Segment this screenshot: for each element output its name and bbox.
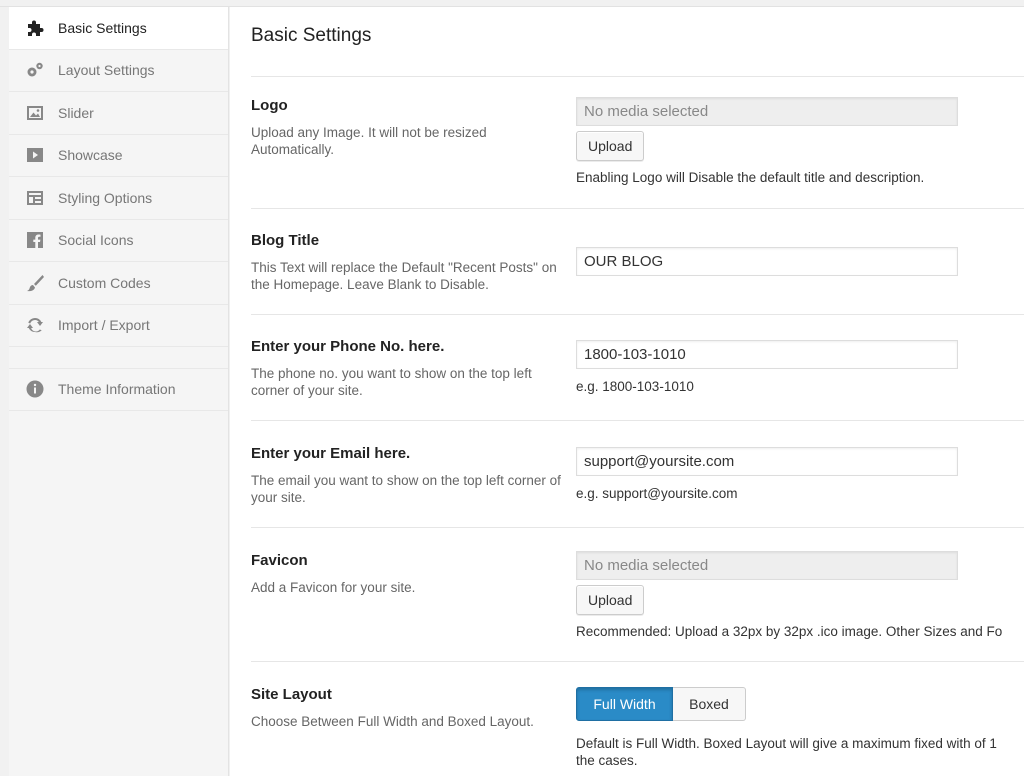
logo-title: Logo (251, 97, 288, 114)
email-description: The email you want to show on the top le… (251, 473, 561, 505)
site-layout-description: Choose Between Full Width and Boxed Layo… (251, 714, 534, 729)
sidebar-item-label: Showcase (58, 147, 123, 164)
logo-setting: Logo Upload any Image. It will not be re… (251, 76, 1024, 208)
puzzle-icon (24, 18, 46, 38)
email-setting: Enter your Email here. The email you wan… (251, 420, 1024, 527)
sidebar-item-import-export[interactable]: Import / Export (9, 305, 228, 347)
sidebar-item-social-icons[interactable]: Social Icons (9, 220, 228, 262)
layout-icon (24, 188, 46, 208)
sidebar-item-label: Social Icons (58, 232, 134, 249)
phone-title: Enter your Phone No. here. (251, 338, 445, 355)
logo-description: Upload any Image. It will not be resized… (251, 125, 487, 157)
favicon-title: Favicon (251, 552, 308, 569)
sidebar-item-label: Styling Options (58, 189, 153, 206)
sidebar-item-label: Slider (58, 104, 94, 121)
sidebar-item-label: Theme Information (58, 381, 176, 398)
blog-title-title: Blog Title (251, 232, 320, 249)
email-input[interactable] (576, 447, 958, 476)
gears-icon (24, 60, 46, 80)
favicon-setting: Favicon Add a Favicon for your site. Upl… (251, 527, 1024, 661)
page-title: Basic Settings (251, 25, 372, 46)
site-layout-setting: Site Layout Choose Between Full Width an… (251, 661, 1024, 776)
blog-title-setting: Blog Title This Text will replace the De… (251, 208, 1024, 314)
sidebar-item-custom-codes[interactable]: Custom Codes (9, 262, 228, 305)
sidebar-item-layout-settings[interactable]: Layout Settings (9, 50, 228, 92)
facebook-icon (24, 230, 46, 250)
logo-hint: Enabling Logo will Disable the default t… (576, 170, 925, 185)
site-layout-title: Site Layout (251, 686, 332, 703)
image-icon (24, 103, 46, 123)
site-layout-hint-line2: the cases. (576, 753, 638, 768)
top-border (0, 0, 1024, 7)
boxed-option[interactable]: Boxed (673, 687, 746, 721)
logo-media-field (576, 97, 958, 126)
refresh-icon (24, 315, 46, 335)
sidebar-item-label: Basic Settings (58, 19, 147, 36)
sidebar-item-theme-information[interactable]: Theme Information (9, 368, 228, 411)
favicon-description: Add a Favicon for your site. (251, 580, 416, 595)
sidebar-item-basic-settings[interactable]: Basic Settings (9, 7, 228, 50)
sidebar-item-showcase[interactable]: Showcase (9, 135, 228, 177)
sidebar-item-label: Import / Export (58, 317, 150, 334)
brush-icon (24, 273, 46, 293)
email-title: Enter your Email here. (251, 445, 411, 462)
sidebar-item-label: Custom Codes (58, 274, 151, 291)
email-hint: e.g. support@yoursite.com (576, 486, 738, 501)
settings-panel: Basic Settings Logo Upload any Image. It… (230, 7, 1024, 776)
settings-sidebar: Basic Settings Layout Settings Slider Sh… (9, 7, 229, 776)
site-layout-hint-line1: Default is Full Width. Boxed Layout will… (576, 736, 997, 751)
sidebar-item-slider[interactable]: Slider (9, 92, 228, 135)
logo-upload-button[interactable]: Upload (576, 131, 645, 161)
site-layout-toggle: Full Width Boxed (576, 687, 746, 721)
favicon-upload-button[interactable]: Upload (576, 585, 645, 615)
phone-description: The phone no. you want to show on the to… (251, 366, 532, 398)
play-icon (24, 145, 46, 165)
blog-title-input[interactable] (576, 247, 958, 276)
phone-input[interactable] (576, 340, 958, 369)
info-icon (24, 379, 46, 399)
sidebar-item-label: Layout Settings (58, 62, 155, 79)
full-width-option[interactable]: Full Width (576, 687, 673, 721)
favicon-hint: Recommended: Upload a 32px by 32px .ico … (576, 624, 1003, 639)
sidebar-item-styling-options[interactable]: Styling Options (9, 177, 228, 220)
blog-title-description: This Text will replace the Default "Rece… (251, 260, 557, 292)
phone-hint: e.g. 1800-103-1010 (576, 379, 694, 394)
phone-setting: Enter your Phone No. here. The phone no.… (251, 314, 1024, 420)
favicon-media-field (576, 551, 958, 580)
